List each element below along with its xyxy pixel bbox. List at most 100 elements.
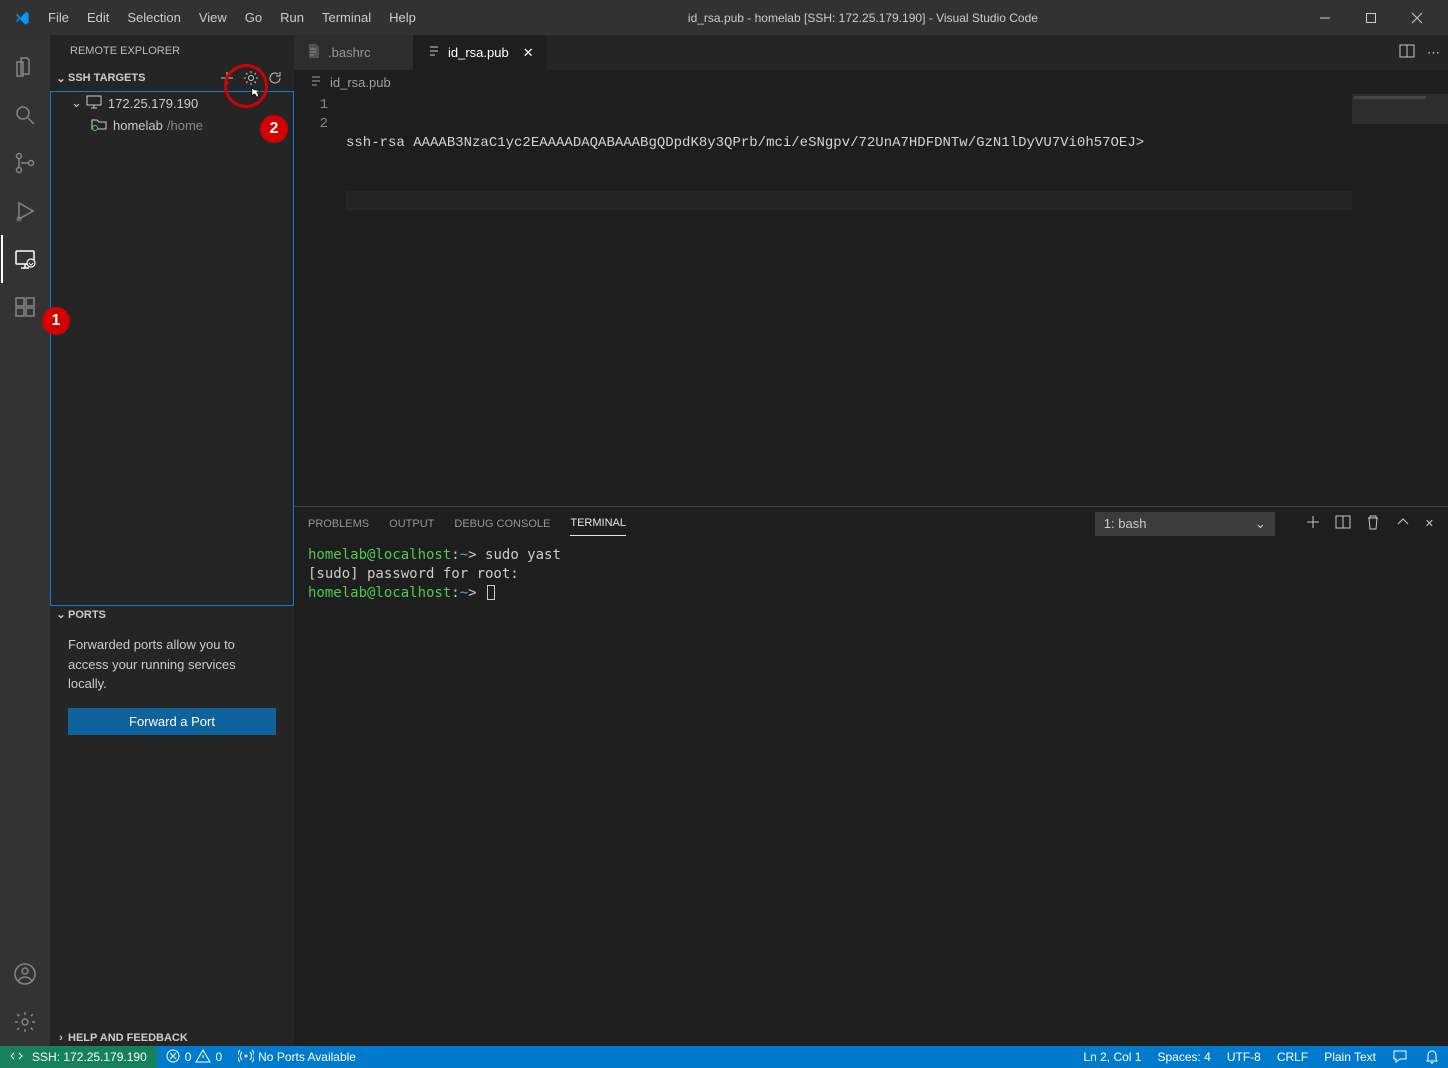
help-feedback-label: HELP AND FEEDBACK <box>68 1032 188 1044</box>
chevron-down-icon: ⌄ <box>54 72 68 85</box>
warning-icon <box>195 1048 211 1067</box>
status-problems[interactable]: 0 0 <box>157 1046 230 1068</box>
activity-search[interactable] <box>1 91 49 139</box>
editor-body[interactable]: 1 2 ssh-rsa AAAAB3NzaC1yc2EAAAADAQABAAAB… <box>294 94 1448 506</box>
tab-bashrc[interactable]: .bashrc ✕ <box>294 35 414 70</box>
panel-tab-debug[interactable]: Debug Console <box>454 512 550 536</box>
close-icon[interactable]: ✕ <box>523 45 534 61</box>
term-prompt-host: homelab@localhost <box>308 585 451 601</box>
ssh-folder-path: /home <box>167 118 203 133</box>
activity-bar <box>0 35 50 1046</box>
chevron-down-icon: ⌄ <box>1255 516 1266 532</box>
close-button[interactable] <box>1394 0 1440 35</box>
tab-bashrc-label: .bashrc <box>328 45 371 60</box>
sidebar: REMOTE EXPLORER ⌄ SSH TARGETS ⌄ 172.25.1… <box>50 35 294 1046</box>
menu-bar: File Edit Selection View Go Run Terminal… <box>40 6 424 29</box>
ssh-targets-label: SSH TARGETS <box>68 72 145 84</box>
add-ssh-target-button[interactable] <box>216 67 238 89</box>
chevron-down-icon: ⌄ <box>71 95 82 111</box>
minimize-button[interactable] <box>1302 0 1348 35</box>
panel-tab-terminal[interactable]: Terminal <box>570 511 626 536</box>
configure-ssh-button[interactable] <box>240 67 262 89</box>
file-icon <box>308 73 324 92</box>
menu-view[interactable]: View <box>191 6 235 29</box>
menu-help[interactable]: Help <box>381 6 424 29</box>
folder-connected-icon <box>91 116 107 135</box>
status-lncol[interactable]: Ln 2, Col 1 <box>1075 1046 1149 1068</box>
ssh-host-row[interactable]: ⌄ 172.25.179.190 <box>51 92 293 114</box>
status-encoding[interactable]: UTF-8 <box>1219 1046 1269 1068</box>
kill-terminal-button[interactable] <box>1365 514 1381 533</box>
ssh-targets-tree: ⌄ 172.25.179.190 homelab /home <box>50 91 294 606</box>
activity-run-debug[interactable] <box>1 187 49 235</box>
more-actions-button[interactable]: ⋯ <box>1427 45 1440 61</box>
ports-header[interactable]: ⌄ PORTS <box>50 606 294 623</box>
breadcrumb-file: id_rsa.pub <box>330 75 391 90</box>
status-spaces[interactable]: Spaces: 4 <box>1149 1046 1218 1068</box>
status-warnings: 0 <box>215 1050 222 1064</box>
help-feedback-header[interactable]: › HELP AND FEEDBACK <box>50 1030 294 1046</box>
activity-extensions[interactable] <box>1 283 49 331</box>
status-language[interactable]: Plain Text <box>1316 1046 1384 1068</box>
window-title: id_rsa.pub - homelab [SSH: 172.25.179.19… <box>424 11 1302 25</box>
menu-file[interactable]: File <box>40 6 77 29</box>
broadcast-icon <box>238 1048 254 1067</box>
status-ports[interactable]: No Ports Available <box>230 1046 364 1068</box>
ports-label: PORTS <box>68 609 106 621</box>
new-terminal-button[interactable] <box>1305 514 1321 533</box>
panel-tab-problems[interactable]: Problems <box>308 512 369 536</box>
tab-idrsa[interactable]: id_rsa.pub ✕ <box>414 35 547 70</box>
terminal-body[interactable]: homelab@localhost:~> sudo yast [sudo] pa… <box>294 540 1448 1046</box>
file-icon <box>306 43 322 62</box>
status-bar: SSH: 172.25.179.190 0 0 No Ports Availab… <box>0 1046 1448 1068</box>
maximize-button[interactable] <box>1348 0 1394 35</box>
bell-icon <box>1424 1048 1440 1067</box>
breadcrumb[interactable]: id_rsa.pub <box>294 70 1448 94</box>
line-number: 2 <box>294 115 328 134</box>
split-terminal-button[interactable] <box>1335 514 1351 533</box>
code-line <box>346 191 1352 210</box>
ssh-folder-row[interactable]: homelab /home <box>51 114 293 136</box>
term-output: [sudo] password for root: <box>308 566 527 582</box>
file-icon <box>426 43 442 62</box>
activity-remote-explorer[interactable] <box>1 235 49 283</box>
refresh-ssh-button[interactable] <box>264 67 286 89</box>
activity-settings[interactable] <box>1 998 49 1046</box>
activity-source-control[interactable] <box>1 139 49 187</box>
remote-icon <box>10 1048 26 1067</box>
activity-accounts[interactable] <box>1 950 49 998</box>
ssh-targets-header[interactable]: ⌄ SSH TARGETS <box>50 65 294 91</box>
terminal-selector-label: 1: bash <box>1104 516 1147 531</box>
forward-port-button[interactable]: Forward a Port <box>68 708 276 735</box>
menu-selection[interactable]: Selection <box>119 6 188 29</box>
panel-tab-output[interactable]: Output <box>389 512 434 536</box>
status-errors: 0 <box>185 1050 192 1064</box>
term-prompt-path: ~ <box>460 547 468 563</box>
status-remote[interactable]: SSH: 172.25.179.190 <box>0 1046 157 1068</box>
menu-go[interactable]: Go <box>237 6 270 29</box>
status-feedback[interactable] <box>1384 1046 1416 1068</box>
activity-explorer[interactable] <box>1 43 49 91</box>
error-icon <box>165 1048 181 1067</box>
code-content[interactable]: ssh-rsa AAAAB3NzaC1yc2EAAAADAQABAAABgQDp… <box>346 94 1352 506</box>
terminal-cursor <box>487 585 495 600</box>
status-notifications[interactable] <box>1416 1046 1448 1068</box>
status-eol[interactable]: CRLF <box>1269 1046 1316 1068</box>
monitor-icon <box>86 94 102 113</box>
maximize-panel-button[interactable] <box>1395 514 1411 533</box>
sidebar-title-text: REMOTE EXPLORER <box>70 45 180 57</box>
menu-run[interactable]: Run <box>272 6 312 29</box>
editor-tabs: .bashrc ✕ id_rsa.pub ✕ ⋯ <box>294 35 1448 70</box>
menu-edit[interactable]: Edit <box>79 6 117 29</box>
term-command: sudo yast <box>485 547 561 563</box>
terminal-selector[interactable]: 1: bash ⌄ <box>1095 512 1275 536</box>
minimap[interactable] <box>1352 94 1448 506</box>
chevron-down-icon: ⌄ <box>54 608 68 621</box>
line-gutter: 1 2 <box>294 94 346 506</box>
code-line: ssh-rsa AAAAB3NzaC1yc2EAAAADAQABAAABgQDp… <box>346 134 1352 153</box>
split-editor-button[interactable] <box>1399 43 1415 62</box>
title-bar: File Edit Selection View Go Run Terminal… <box>0 0 1448 35</box>
panel-tabs: Problems Output Debug Console Terminal 1… <box>294 507 1448 540</box>
close-panel-button[interactable]: ✕ <box>1425 517 1434 530</box>
menu-terminal[interactable]: Terminal <box>314 6 379 29</box>
